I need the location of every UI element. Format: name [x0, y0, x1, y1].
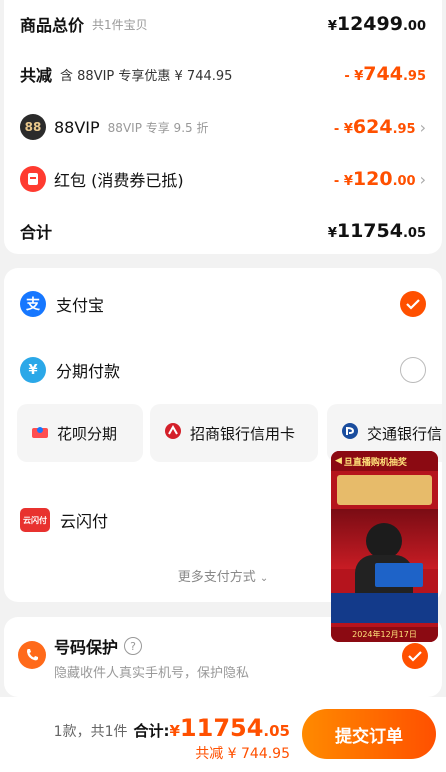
vip-sub: 88VIP 专享 9.5 折 — [107, 120, 209, 135]
desk — [331, 593, 438, 623]
product-total-value: ¥ 12499 .00 — [328, 13, 426, 35]
phone-shield-icon — [18, 641, 46, 669]
sum-label: 合计 — [20, 223, 53, 242]
alipay-label: 支付宝 — [56, 296, 105, 315]
amount-decimal: .00 — [392, 174, 416, 189]
chip-label: 交通银行信用卡 — [367, 424, 442, 443]
privacy-desc: 隐藏收件人真实手机号，保护隐私 — [54, 666, 250, 681]
amount-decimal: .05 — [263, 722, 290, 740]
submit-order-button[interactable]: 提交订单 — [302, 709, 436, 759]
currency-symbol: ¥ — [327, 19, 337, 34]
discount-desc: 含 88VIP 专享优惠 ¥ 744.95 — [60, 68, 233, 84]
radio-checked-icon[interactable] — [400, 291, 426, 317]
cmb-bank-icon — [164, 422, 182, 444]
unionpay-icon: 云闪付 — [20, 508, 50, 532]
red-packet-value: - ¥ 120 .00 › — [334, 168, 426, 190]
installment-icon: ¥ — [20, 357, 46, 383]
bocom-bank-icon — [341, 422, 359, 444]
vip-88-icon: 88 — [20, 114, 46, 140]
red-packet-row[interactable]: 红包 (消费券已抵) - ¥ 120 .00 › — [20, 159, 426, 199]
privacy-title: 号码保护 — [54, 638, 119, 657]
installment-chip-cmb[interactable]: 招商银行信用卡 — [150, 404, 318, 462]
amount-decimal: .05 — [402, 226, 426, 241]
discount-value: - ¥ 744 .95 — [344, 63, 426, 85]
host-head — [366, 523, 402, 559]
video-banner: ◀ 旦直播购机抽奖 — [331, 451, 438, 471]
alipay-icon: 支 — [20, 291, 46, 317]
privacy-toggle-checked-icon[interactable] — [402, 643, 428, 669]
unionpay-label: 云闪付 — [60, 512, 109, 531]
total-label: 合计: — [133, 722, 170, 740]
vip-discount-row[interactable]: 88 88VIP 88VIP 专享 9.5 折 - ¥ 624 .95 › — [20, 107, 426, 147]
privacy-title-row: 号码保护 ? — [54, 634, 143, 658]
phone-prop — [375, 563, 423, 587]
currency-symbol: ¥ — [327, 226, 337, 241]
chip-label: 招商银行信用卡 — [190, 424, 296, 443]
amount-integer: 12499 — [336, 13, 403, 35]
discount-row: 共减 含 88VIP 专享优惠 ¥ 744.95 - ¥ 744 .95 — [20, 54, 426, 94]
vip-label: 88VIP — [54, 117, 100, 137]
chip-label: 花呗分期 — [57, 424, 118, 443]
amount-prefix: - ¥ — [344, 69, 364, 84]
huabei-icon — [31, 424, 49, 443]
checkout-bar: 1款，共1件 合计: ¥ 11754 .05 共减 ¥ 744.95 提交订单 — [0, 697, 446, 772]
more-label: 更多支付方式 — [177, 570, 256, 585]
red-packet-label: 红包 (消费券已抵) — [54, 171, 184, 190]
amount-decimal: .95 — [402, 69, 426, 84]
bottom-discount: 共减 ¥ 744.95 — [195, 746, 290, 762]
amount-integer: 11754 — [179, 714, 264, 742]
amount-integer: 120 — [352, 168, 393, 190]
amount-prefix: - ¥ — [333, 174, 353, 189]
installment-chip-huabei[interactable]: 花呗分期 — [17, 404, 143, 462]
chevron-right-icon: › — [419, 170, 426, 189]
installment-label: 分期付款 — [56, 362, 121, 381]
amount-integer: 624 — [352, 116, 393, 138]
item-count: 1款，共1件 — [53, 724, 128, 740]
radio-unchecked-icon[interactable] — [400, 357, 426, 383]
amount-integer: 744 — [363, 63, 403, 85]
chevron-right-icon: › — [419, 118, 426, 137]
sum-value: ¥ 11754 .05 — [328, 220, 426, 242]
amount-decimal: .00 — [402, 19, 426, 34]
floating-live-video[interactable]: ◀ 旦直播购机抽奖 2024年12月17日 — [331, 451, 438, 642]
product-total-label: 商品总价 — [20, 16, 85, 35]
live-icon: ◀ — [335, 456, 342, 466]
bottom-total: 1款，共1件 合计: ¥ 11754 .05 — [54, 714, 290, 742]
amount-prefix: - ¥ — [333, 122, 353, 137]
promo-panel — [337, 475, 432, 505]
amount-decimal: .95 — [392, 122, 416, 137]
video-banner-text: 旦直播购机抽奖 — [343, 457, 407, 468]
vip-discount-value: - ¥ 624 .95 › — [334, 116, 426, 138]
pay-option-alipay[interactable]: 支 支付宝 — [20, 281, 426, 327]
video-date: 2024年12月17日 — [331, 627, 438, 642]
help-icon[interactable]: ? — [124, 637, 143, 655]
sum-row: 合计 ¥ 11754 .05 — [20, 211, 426, 251]
product-total-row: 商品总价 共1件宝贝 ¥ 12499 .00 — [20, 4, 426, 44]
chevron-down-icon: ⌄ — [259, 573, 269, 584]
price-summary-card: 商品总价 共1件宝贝 ¥ 12499 .00 共减 含 88VIP 专享优惠 ¥… — [4, 0, 442, 254]
currency-symbol: ¥ — [169, 722, 180, 740]
amount-integer: 11754 — [336, 220, 403, 242]
item-count: 共1件宝贝 — [92, 17, 148, 32]
discount-label: 共减 — [20, 66, 53, 85]
red-packet-icon — [20, 166, 46, 192]
pay-option-installment[interactable]: ¥ 分期付款 — [20, 347, 426, 393]
